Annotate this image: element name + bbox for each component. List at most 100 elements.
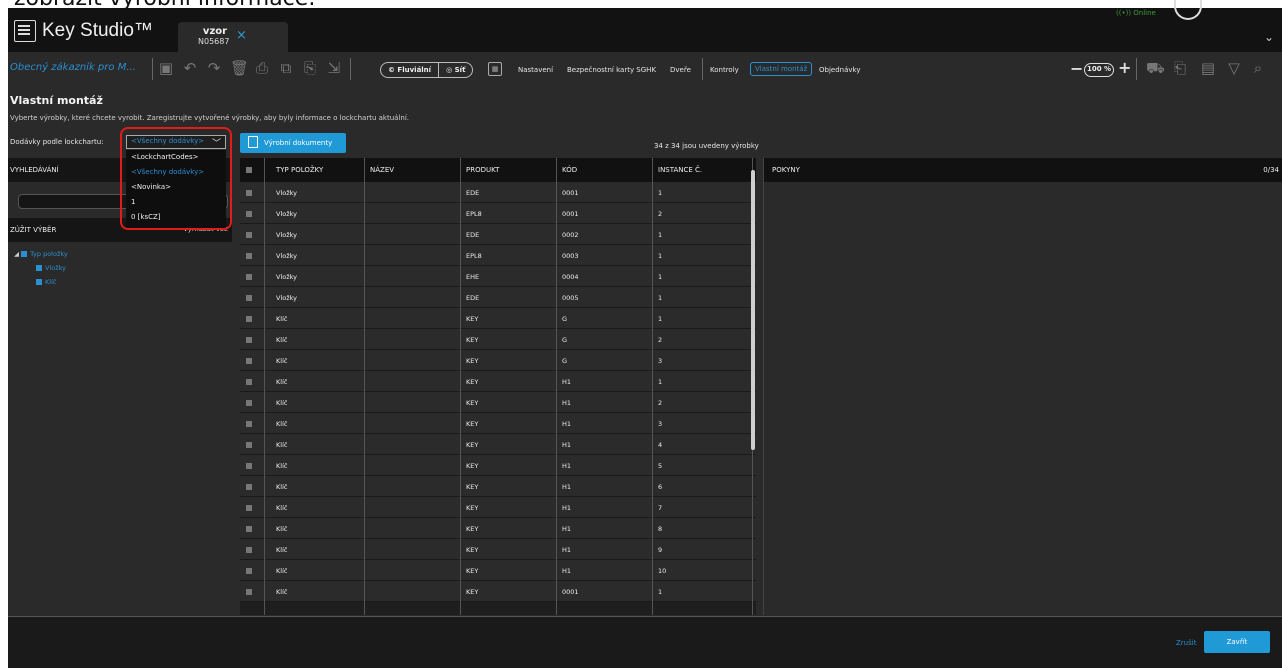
- row-checkbox[interactable]: [246, 358, 252, 364]
- row-checkbox[interactable]: [246, 463, 252, 469]
- close-tab-icon[interactable]: ×: [236, 28, 247, 43]
- table-row[interactable]: Klíč KEY H1 10: [240, 560, 756, 581]
- redo-icon[interactable]: ↷: [206, 60, 222, 76]
- table-row[interactable]: Vložky EHE 0004 1: [240, 266, 756, 287]
- row-checkbox[interactable]: [246, 484, 252, 490]
- table-row[interactable]: Vložky EDE 0002 1: [240, 224, 756, 245]
- table-row[interactable]: Klíč KEY H1 1: [240, 371, 756, 392]
- document-tab[interactable]: vzor N05687 ×: [178, 22, 288, 52]
- export-icon[interactable]: ⇲: [326, 60, 342, 76]
- table-cell-instance: 2: [658, 336, 663, 344]
- door-icon[interactable]: ⎗: [1172, 60, 1188, 76]
- table-row[interactable]: Klíč KEY H1 2: [240, 392, 756, 413]
- customer-name[interactable]: Obecný zákazník pro M...: [10, 62, 136, 73]
- table-row[interactable]: Vložky EPL8 0001 2: [240, 203, 756, 224]
- close-button[interactable]: Zavřít: [1204, 631, 1270, 653]
- search-icon[interactable]: ⌕: [1250, 60, 1266, 76]
- row-checkbox[interactable]: [246, 400, 252, 406]
- menu-objednavky[interactable]: Objednávky: [819, 66, 860, 74]
- row-checkbox[interactable]: [246, 442, 252, 448]
- print-icon[interactable]: ⎙: [254, 60, 270, 76]
- table-cell-instance: 7: [658, 504, 663, 512]
- fluvialni-toggle[interactable]: © Fluviální: [381, 63, 440, 77]
- checkbox-icon[interactable]: [36, 265, 42, 271]
- app-name: Key Studio™: [42, 20, 153, 41]
- table-row[interactable]: Klíč KEY H1 8: [240, 518, 756, 539]
- row-checkbox[interactable]: [246, 211, 252, 217]
- table-cell-code: 0005: [562, 294, 579, 302]
- row-checkbox[interactable]: [246, 526, 252, 532]
- table-cell-product: EDE: [466, 231, 480, 239]
- dialog-footer: Zrušit Zavřít: [8, 616, 1282, 668]
- row-checkbox[interactable]: [246, 295, 252, 301]
- table-row[interactable]: Klíč KEY H1 3: [240, 413, 756, 434]
- undo-icon[interactable]: ↶: [182, 60, 198, 76]
- tree-item-klic[interactable]: Klíč: [36, 278, 56, 286]
- tree-item-vlozky[interactable]: Vložky: [36, 264, 66, 272]
- row-checkbox[interactable]: [246, 316, 252, 322]
- row-checkbox[interactable]: [246, 253, 252, 259]
- save-icon[interactable]: ▣: [158, 60, 174, 76]
- select-all-checkbox[interactable]: [246, 167, 252, 173]
- table-row[interactable]: Klíč KEY H1 6: [240, 476, 756, 497]
- row-checkbox[interactable]: [246, 421, 252, 427]
- table-row[interactable]: Klíč KEY 0001 1: [240, 581, 756, 602]
- table-row[interactable]: Klíč KEY G 3: [240, 350, 756, 371]
- table-row[interactable]: Vložky EDE 0001 1: [240, 182, 756, 203]
- zoom-in-button[interactable]: +: [1118, 58, 1131, 77]
- menu-kontroly[interactable]: Kontroly: [710, 66, 739, 74]
- table-row[interactable]: Vložky EPL8 0003 1: [240, 245, 756, 266]
- row-checkbox[interactable]: [246, 547, 252, 553]
- table-cell-type: Klíč: [276, 462, 288, 470]
- table-row[interactable]: Vložky EDE 0005 1: [240, 287, 756, 308]
- row-checkbox[interactable]: [246, 568, 252, 574]
- cart-icon[interactable]: ⛟: [1146, 60, 1165, 76]
- table-row[interactable]: Klíč KEY H1 9: [240, 539, 756, 560]
- table-row[interactable]: Klíč KEY H1 7: [240, 497, 756, 518]
- table-cell-instance: 6: [658, 483, 663, 491]
- row-checkbox[interactable]: [246, 274, 252, 280]
- tree-item-typ-polozky[interactable]: ◢ Typ položky: [14, 250, 68, 258]
- cancel-button[interactable]: Zrušit: [1176, 639, 1196, 647]
- table-cell-type: Vložky: [276, 210, 298, 218]
- column-header-product[interactable]: PRODUKT: [466, 166, 499, 174]
- column-header-name[interactable]: NÁZEV: [370, 166, 394, 174]
- table-cell-instance: 1: [658, 315, 663, 323]
- user-avatar-icon[interactable]: [1174, 0, 1202, 20]
- row-checkbox[interactable]: [246, 232, 252, 238]
- calculator-icon[interactable]: ▤: [1200, 60, 1216, 76]
- column-header-type[interactable]: TYP POLOŽKY: [276, 166, 323, 174]
- checkbox-icon[interactable]: [36, 279, 42, 285]
- column-header-code[interactable]: KÓD: [562, 166, 577, 174]
- row-checkbox[interactable]: [246, 190, 252, 196]
- production-documents-button[interactable]: Výrobní dokumenty: [240, 133, 346, 153]
- production-documents-label: Výrobní dokumenty: [264, 139, 333, 147]
- filter-icon[interactable]: ▽: [1226, 60, 1242, 76]
- menu-dvere[interactable]: Dveře: [670, 66, 691, 74]
- sit-toggle[interactable]: ◎ Síť: [439, 63, 472, 77]
- table-row[interactable]: Klíč KEY G 2: [240, 329, 756, 350]
- checkbox-icon[interactable]: [21, 251, 28, 257]
- table-row[interactable]: Klíč KEY H1 5: [240, 455, 756, 476]
- row-checkbox[interactable]: [246, 589, 252, 595]
- row-checkbox[interactable]: [246, 379, 252, 385]
- row-checkbox[interactable]: [246, 505, 252, 511]
- row-checkbox[interactable]: [246, 337, 252, 343]
- table-row[interactable]: Klíč KEY G 1: [240, 308, 756, 329]
- copy-icon[interactable]: ⧉: [278, 60, 294, 76]
- menu-bezpecnostni-karty[interactable]: Bezpečnostní karty SGHK: [567, 66, 656, 74]
- zoom-out-button[interactable]: −: [1070, 59, 1083, 78]
- chevron-down-icon[interactable]: ⌄: [1264, 30, 1274, 44]
- table-scrollbar[interactable]: [751, 170, 755, 450]
- table-cell-type: Vložky: [276, 189, 298, 197]
- delete-icon[interactable]: 🗑: [230, 60, 249, 76]
- zoom-level[interactable]: 100 %: [1084, 63, 1114, 77]
- menu-nastaveni[interactable]: Nastavení: [518, 66, 553, 74]
- grid-icon[interactable]: ▦: [488, 62, 502, 76]
- table-row[interactable]: Klíč KEY H1 4: [240, 434, 756, 455]
- menu-vlastni-montaz[interactable]: Vlastní montáž: [750, 62, 813, 76]
- table-cell-type: Klíč: [276, 336, 288, 344]
- expand-triangle-icon[interactable]: ◢: [14, 250, 19, 258]
- paste-icon[interactable]: ⎘: [302, 60, 318, 76]
- column-header-instance[interactable]: INSTANCE Č.: [658, 166, 702, 174]
